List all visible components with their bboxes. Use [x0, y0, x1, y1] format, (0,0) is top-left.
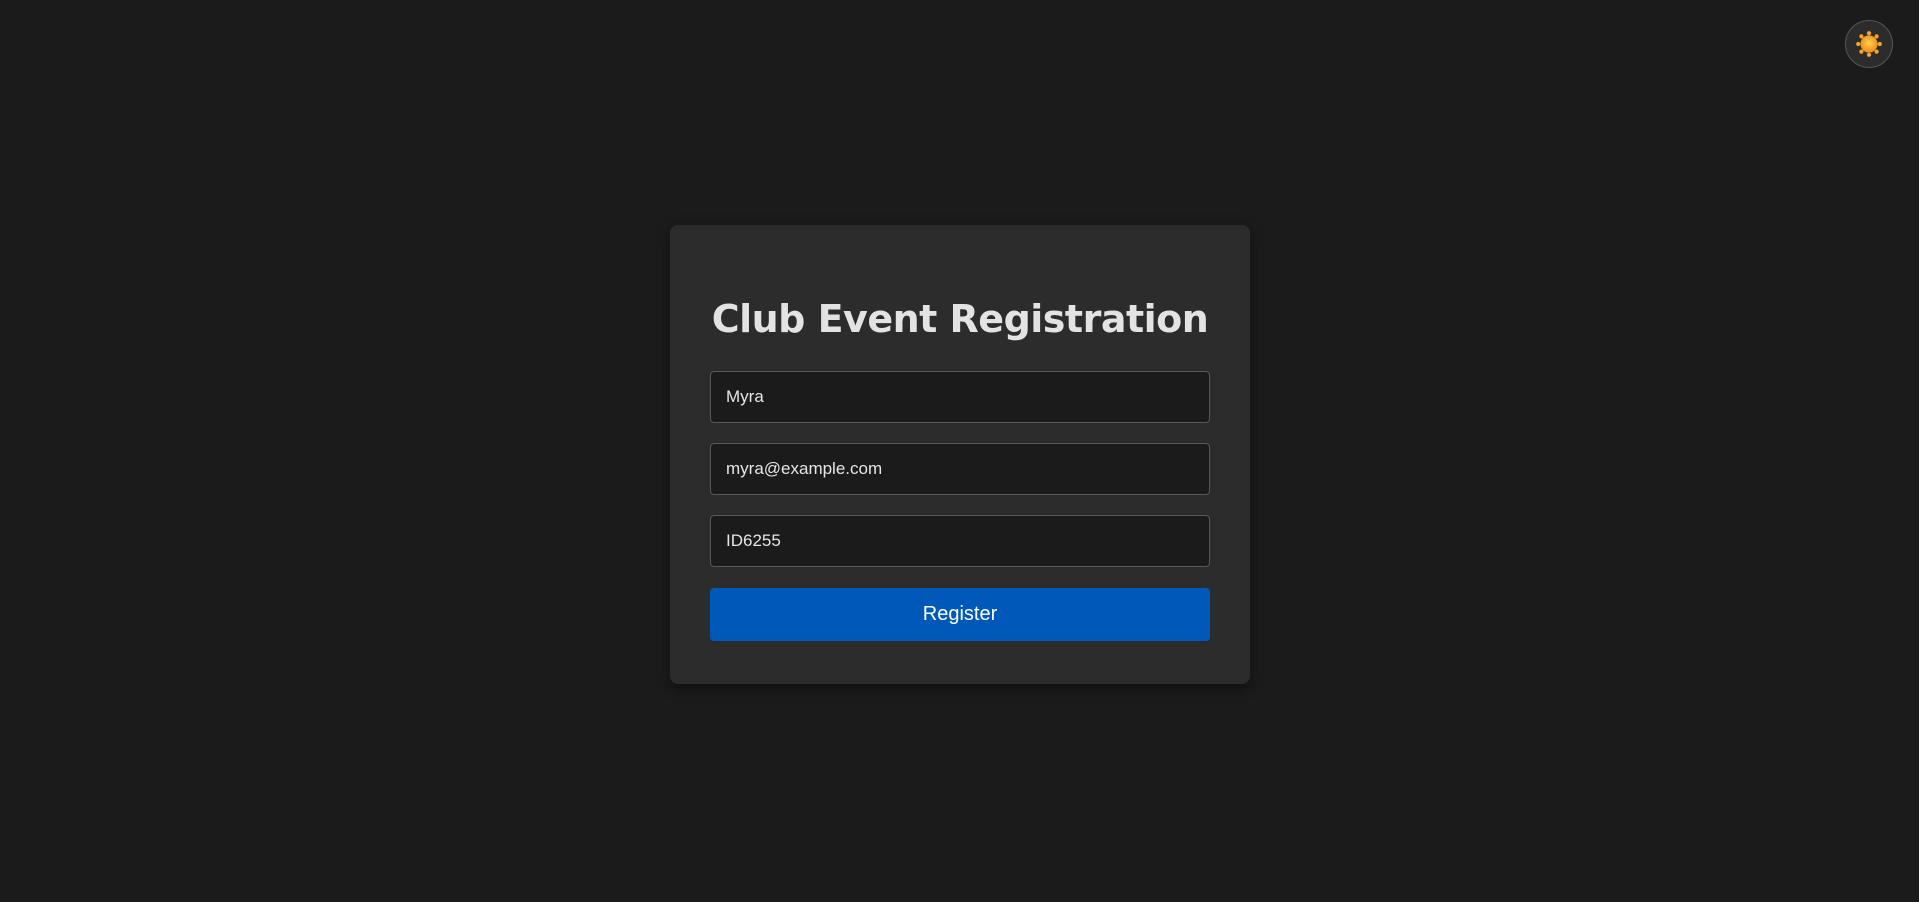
member-id-input[interactable] — [710, 515, 1210, 567]
email-input[interactable] — [710, 443, 1210, 495]
theme-toggle-button[interactable] — [1845, 20, 1893, 68]
registration-card: Club Event Registration Register — [670, 225, 1250, 684]
sun-icon — [1855, 30, 1883, 58]
name-input[interactable] — [710, 371, 1210, 423]
form-title: Club Event Registration — [711, 297, 1209, 341]
register-button[interactable]: Register — [710, 588, 1210, 641]
